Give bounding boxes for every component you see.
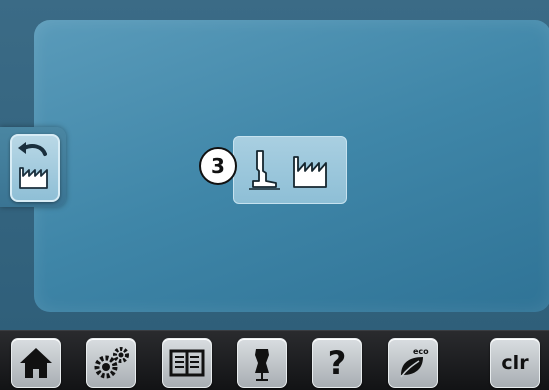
eco-button[interactable]: eco xyxy=(388,338,438,388)
back-arrow-factory-icon xyxy=(18,142,48,189)
reset-presser-foot-factory-button[interactable] xyxy=(233,136,347,204)
home-button[interactable] xyxy=(11,338,61,388)
gears-icon xyxy=(94,347,129,379)
eco-label: eco xyxy=(413,347,429,356)
factory-icon xyxy=(293,156,327,188)
help-button[interactable]: ? xyxy=(312,338,362,388)
setup-button[interactable] xyxy=(86,338,136,388)
creative-consultant-button[interactable] xyxy=(237,338,287,388)
dress-form-icon xyxy=(255,349,269,381)
book-icon xyxy=(169,349,205,377)
clear-label: clr xyxy=(501,352,529,374)
home-icon xyxy=(20,348,52,378)
step-number-badge: 3 xyxy=(199,147,237,185)
tutorial-button[interactable] xyxy=(162,338,212,388)
clear-button[interactable]: clr xyxy=(490,338,540,388)
presser-foot-icon xyxy=(249,150,280,190)
question-icon: ? xyxy=(327,344,347,382)
back-button[interactable] xyxy=(10,134,60,202)
